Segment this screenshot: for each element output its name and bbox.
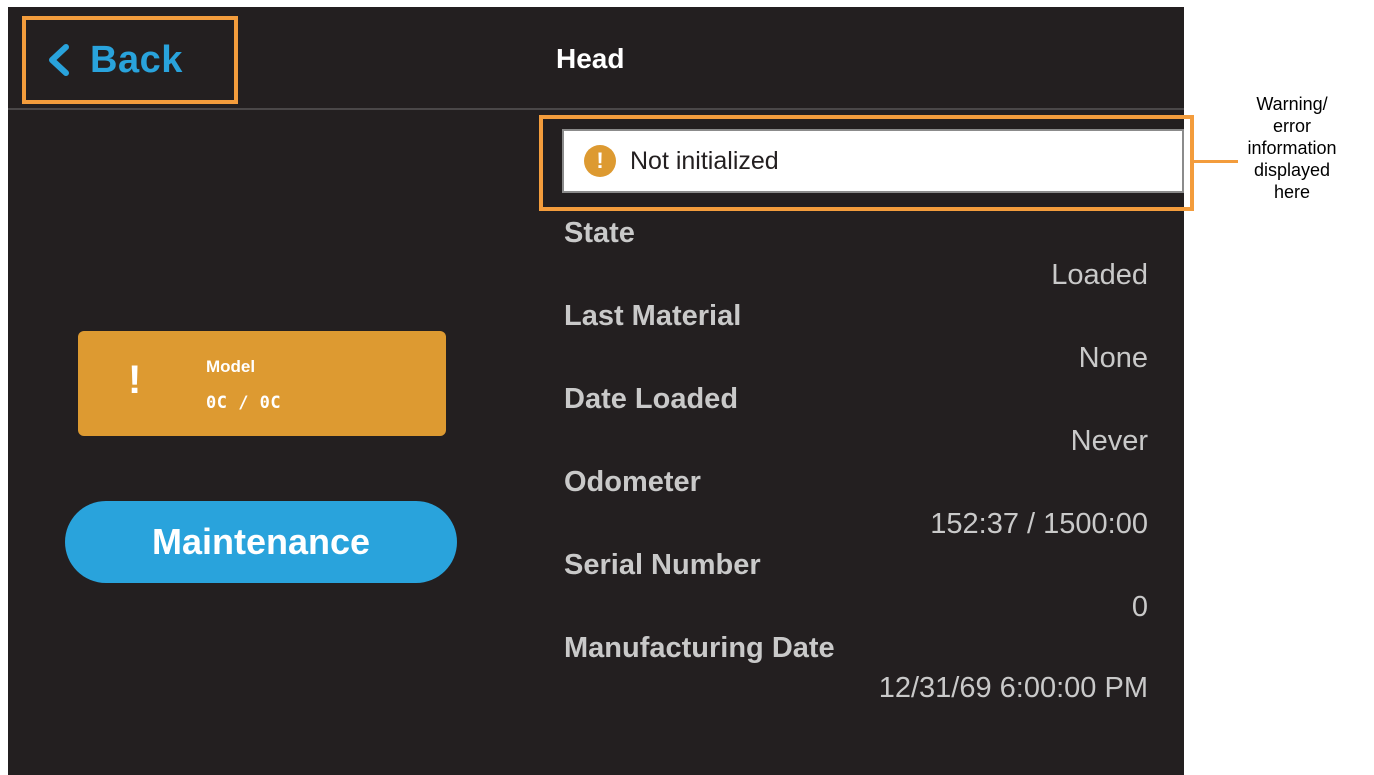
detail-value-state: Loaded	[1051, 259, 1148, 291]
detail-value-serial-number: 0	[1131, 591, 1148, 623]
detail-label-state: State	[564, 217, 635, 249]
detail-value-odometer: 152:37 / 1500:00	[930, 508, 1148, 540]
page-title: Head	[556, 43, 625, 74]
detail-label-last-material: Last Material	[564, 300, 742, 332]
status-card-value: 0C / 0C	[206, 393, 282, 413]
header-divider	[8, 108, 1184, 110]
model-status-card[interactable]: ! Model 0C / 0C	[78, 331, 446, 436]
detail-label-serial-number: Serial Number	[564, 549, 761, 581]
callout-leader-line	[1194, 160, 1238, 163]
callout-box-back	[22, 16, 238, 104]
detail-label-odometer: Odometer	[564, 466, 701, 498]
detail-value-date-loaded: Never	[1070, 425, 1148, 457]
exclamation-icon: !	[128, 358, 142, 402]
detail-value-manufacturing-date: 12/31/69 6:00:00 PM	[878, 672, 1148, 704]
maintenance-button[interactable]: Maintenance	[65, 501, 457, 583]
detail-label-date-loaded: Date Loaded	[564, 383, 739, 415]
status-card-label: Model	[206, 357, 256, 376]
callout-box-warning	[539, 115, 1194, 211]
detail-value-last-material: None	[1078, 342, 1148, 374]
detail-label-manufacturing-date: Manufacturing Date	[564, 632, 835, 664]
callout-annotation-text: Warning/ error information displayed her…	[1247, 94, 1337, 202]
